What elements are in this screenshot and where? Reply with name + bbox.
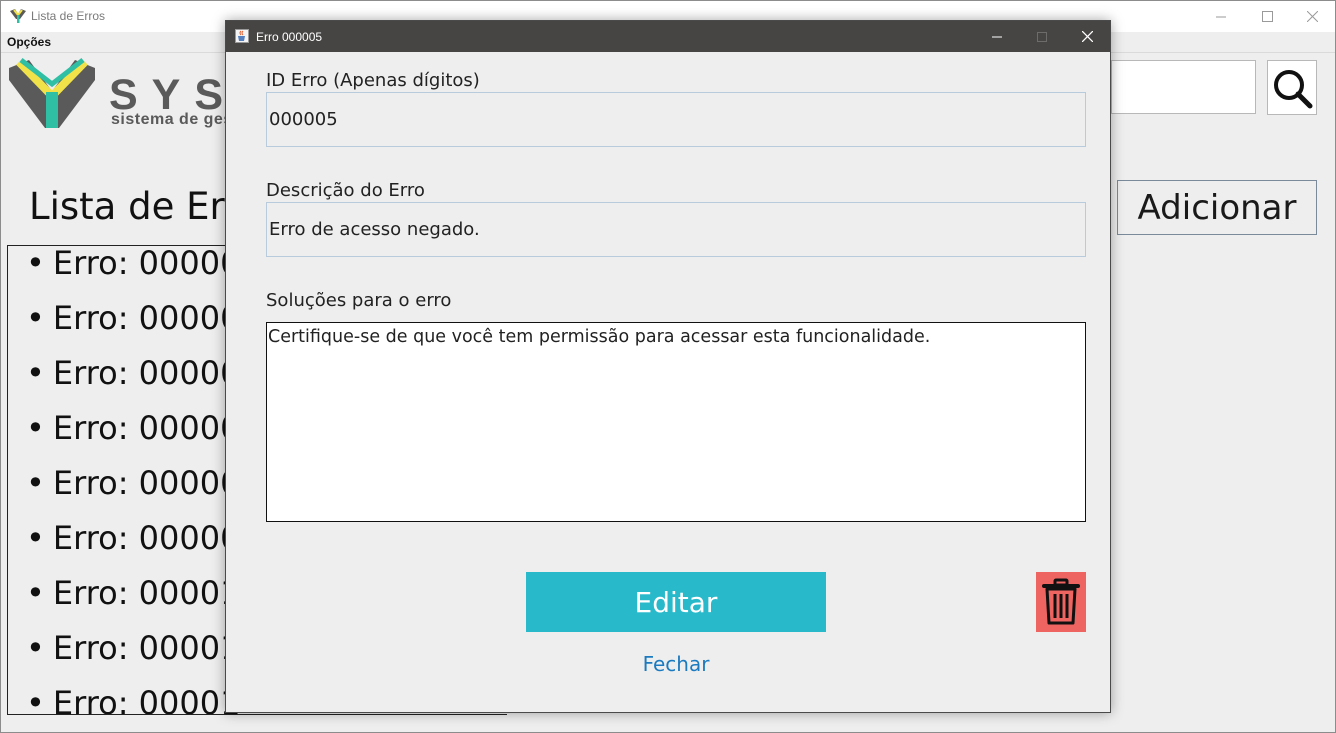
error-list-item[interactable]: • Erro: 00000 (26, 299, 240, 337)
logo-tagline: sistema de ges (111, 111, 233, 128)
search-button[interactable] (1267, 60, 1317, 115)
minimize-icon (992, 36, 1002, 37)
error-list-item[interactable]: • Erro: 00001 (26, 684, 240, 714)
error-list-item[interactable]: • Erro: 00000 (26, 246, 240, 282)
minimize-button[interactable] (1198, 1, 1244, 32)
search-icon (1274, 69, 1313, 108)
error-detail-dialog: Erro 000005 ID Erro (Apenas dígitos) 000… (225, 20, 1111, 713)
solutions-label: Soluções para o erro (266, 290, 452, 311)
menu-opcoes[interactable]: Opções (7, 35, 51, 49)
main-window-title: Lista de Erros (31, 9, 106, 23)
error-list-item[interactable]: • Erro: 00000 (26, 354, 240, 392)
close-icon (1081, 31, 1093, 42)
error-list-item[interactable]: • Erro: 00000 (26, 409, 240, 447)
dialog-titlebar: Erro 000005 (226, 21, 1110, 52)
dialog-minimize-button[interactable] (974, 21, 1020, 52)
java-cup-icon (235, 29, 249, 43)
error-list-item[interactable]: • Erro: 00000 (26, 464, 240, 502)
add-button[interactable]: Adicionar (1117, 180, 1317, 235)
id-field[interactable]: 000005 (266, 92, 1086, 147)
dialog-maximize-button (1019, 21, 1065, 52)
description-label: Descrição do Erro (266, 180, 425, 201)
maximize-icon (1037, 31, 1047, 42)
dialog-close-button[interactable] (1064, 21, 1110, 52)
maximize-icon (1261, 11, 1273, 22)
search-input[interactable] (1111, 60, 1256, 114)
error-list-item[interactable]: • Erro: 00001 (26, 629, 240, 667)
dialog-title: Erro 000005 (256, 30, 323, 44)
close-icon (1306, 11, 1318, 22)
id-label: ID Erro (Apenas dígitos) (266, 70, 480, 91)
trash-icon (1042, 578, 1080, 625)
description-field[interactable]: Erro de acesso negado. (266, 202, 1086, 257)
close-link[interactable]: Fechar (626, 652, 726, 676)
app-logo-icon (10, 9, 26, 23)
maximize-button[interactable] (1244, 1, 1290, 32)
delete-button[interactable] (1036, 572, 1086, 632)
solutions-textarea[interactable]: Certifique-se de que você tem permissão … (266, 322, 1086, 522)
error-list-item[interactable]: • Erro: 00000 (26, 519, 240, 557)
error-list-item[interactable]: • Erro: 00001 (26, 574, 240, 612)
close-window-button[interactable] (1289, 1, 1335, 32)
minimize-icon (1216, 16, 1226, 17)
edit-button[interactable]: Editar (526, 572, 826, 632)
